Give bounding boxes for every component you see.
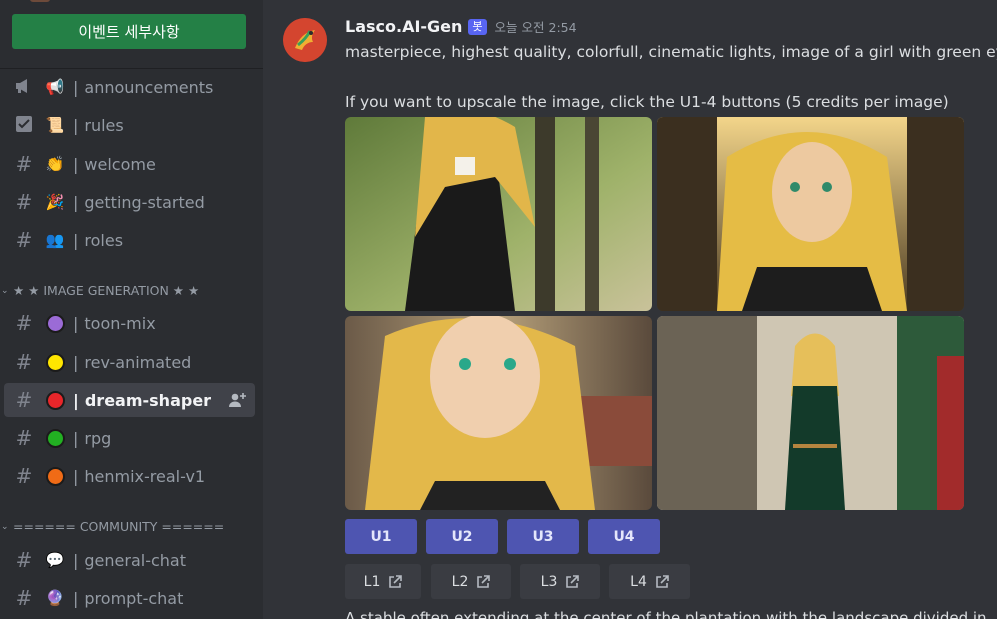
chevron-down-icon: ⌄ [1, 521, 9, 532]
channel-name: getting-started [84, 192, 205, 212]
upscale-u2-button[interactable]: U2 [426, 519, 498, 554]
link-label: L1 [363, 573, 381, 590]
channel-name: roles [84, 230, 124, 250]
bot-badge: 봇 [468, 18, 487, 35]
upscale-u3-button[interactable]: U3 [507, 519, 579, 554]
channel-name: toon-mix [84, 313, 156, 333]
external-link-icon [656, 574, 669, 588]
pipe-separator: | [73, 115, 79, 135]
pipe-separator: | [73, 466, 79, 486]
yellow-circle-icon [44, 351, 66, 373]
channel-getting-started[interactable]: # 🎉 | getting-started [4, 185, 255, 219]
red-circle-icon [44, 389, 66, 411]
author-name[interactable]: Lasco.AI-Gen [345, 17, 462, 36]
generated-image-3[interactable] [345, 316, 652, 510]
channel-rev-animated[interactable]: # | rev-animated [4, 345, 255, 379]
pipe-separator: | [73, 390, 79, 410]
sidebar-divider [0, 68, 263, 69]
checkbox-icon [13, 115, 35, 136]
channel-name: welcome [84, 154, 156, 174]
prompt-text: masterpiece, highest quality, colorfull,… [345, 43, 997, 61]
pipe-separator: | [73, 352, 79, 372]
generated-image-1[interactable] [345, 117, 652, 311]
orange-circle-icon [44, 465, 66, 487]
channel-name: prompt-chat [84, 588, 184, 608]
category-image-generation[interactable]: ⌄ ★ ★ IMAGE GENERATION ★ ★ [0, 283, 199, 298]
channel-name: announcements [84, 77, 214, 97]
hash-icon: # [15, 350, 33, 374]
hash-icon: # [15, 311, 33, 335]
channel-dream-shaper[interactable]: # | dream-shaper [4, 383, 255, 417]
channel-name: rpg [84, 428, 112, 448]
speech-bubble-emoji-icon: 💬 [45, 551, 65, 569]
channel-name: henmix-real-v1 [84, 466, 206, 486]
green-circle-icon [44, 427, 66, 449]
purple-circle-icon [44, 312, 66, 334]
category-community[interactable]: ⌄ ====== COMMUNITY ====== [0, 519, 224, 534]
loudspeaker-emoji-icon: 📢 [45, 78, 65, 96]
pipe-separator: | [73, 154, 79, 174]
hash-icon: # [15, 152, 33, 176]
hash-icon: # [15, 548, 33, 572]
add-member-icon[interactable] [229, 392, 246, 408]
channel-announcements[interactable]: 📢 | announcements [4, 70, 255, 104]
event-details-button[interactable]: 이벤트 세부사항 [12, 14, 246, 49]
channel-name: rev-animated [84, 352, 192, 372]
chevron-down-icon: ⌄ [1, 285, 9, 296]
hash-icon: # [15, 190, 33, 214]
category-label: ★ ★ IMAGE GENERATION ★ ★ [13, 283, 200, 298]
channel-general-chat[interactable]: # 💬 | general-chat [4, 543, 255, 577]
pipe-separator: | [73, 230, 79, 250]
hash-icon: # [15, 388, 33, 412]
channel-rpg[interactable]: # | rpg [4, 421, 255, 455]
link-l4-button[interactable]: L4 [609, 564, 690, 599]
megaphone-icon [13, 77, 35, 98]
link-l3-button[interactable]: L3 [520, 564, 600, 599]
scroll-emoji-icon: 📜 [45, 116, 65, 134]
bot-avatar[interactable] [283, 18, 327, 62]
channel-toon-mix[interactable]: # | toon-mix [4, 306, 255, 340]
pipe-separator: | [73, 588, 79, 608]
message-timestamp: 오늘 오전 2:54 [494, 20, 577, 35]
generated-image-2[interactable] [657, 117, 964, 311]
link-label: L3 [540, 573, 558, 590]
channel-name: dream-shaper [84, 390, 212, 410]
channel-name: rules [84, 115, 124, 135]
party-popper-emoji-icon: 🎉 [45, 193, 65, 211]
pipe-separator: | [73, 192, 79, 212]
pipe-separator: | [73, 428, 79, 448]
link-l1-button[interactable]: L1 [345, 564, 421, 599]
upscale-instruction: If you want to upscale the image, click … [345, 93, 949, 111]
channel-rules[interactable]: 📜 | rules [4, 108, 255, 142]
external-link-icon [477, 574, 491, 588]
upscale-u1-button[interactable]: U1 [345, 519, 417, 554]
clapping-emoji-icon: 👏 [45, 155, 65, 173]
category-label: ====== COMMUNITY ====== [13, 519, 225, 534]
pipe-separator: | [73, 550, 79, 570]
hash-icon: # [15, 464, 33, 488]
channel-name: general-chat [84, 550, 186, 570]
message-header: Lasco.AI-Gen 봇 오늘 오전 2:54 [345, 17, 577, 36]
hash-icon: # [15, 426, 33, 450]
channel-prompt-chat[interactable]: # 🔮 | prompt-chat [4, 581, 255, 615]
pipe-separator: | [73, 313, 79, 333]
generated-image-4[interactable] [657, 316, 964, 510]
external-link-icon [389, 574, 403, 588]
link-label: L2 [451, 573, 469, 590]
channel-welcome[interactable]: # 👏 | welcome [4, 147, 255, 181]
pipe-separator: | [73, 77, 79, 97]
hash-icon: # [15, 228, 33, 252]
next-message-text: A stable often extending at the center o… [345, 609, 987, 619]
hash-icon: # [15, 586, 33, 610]
external-link-icon [566, 574, 580, 588]
channel-sidebar: 이벤트 세부사항 📢 | announcements 📜 | rules # 👏… [0, 0, 263, 619]
link-label: L4 [630, 573, 647, 590]
server-banner-stub [30, 0, 50, 2]
crystal-ball-emoji-icon: 🔮 [45, 589, 65, 607]
channel-henmix-real-v1[interactable]: # | henmix-real-v1 [4, 459, 255, 493]
link-l2-button[interactable]: L2 [431, 564, 511, 599]
upscale-u4-button[interactable]: U4 [588, 519, 660, 554]
channel-roles[interactable]: # 👥 | roles [4, 223, 255, 257]
people-emoji-icon: 👥 [45, 231, 65, 249]
